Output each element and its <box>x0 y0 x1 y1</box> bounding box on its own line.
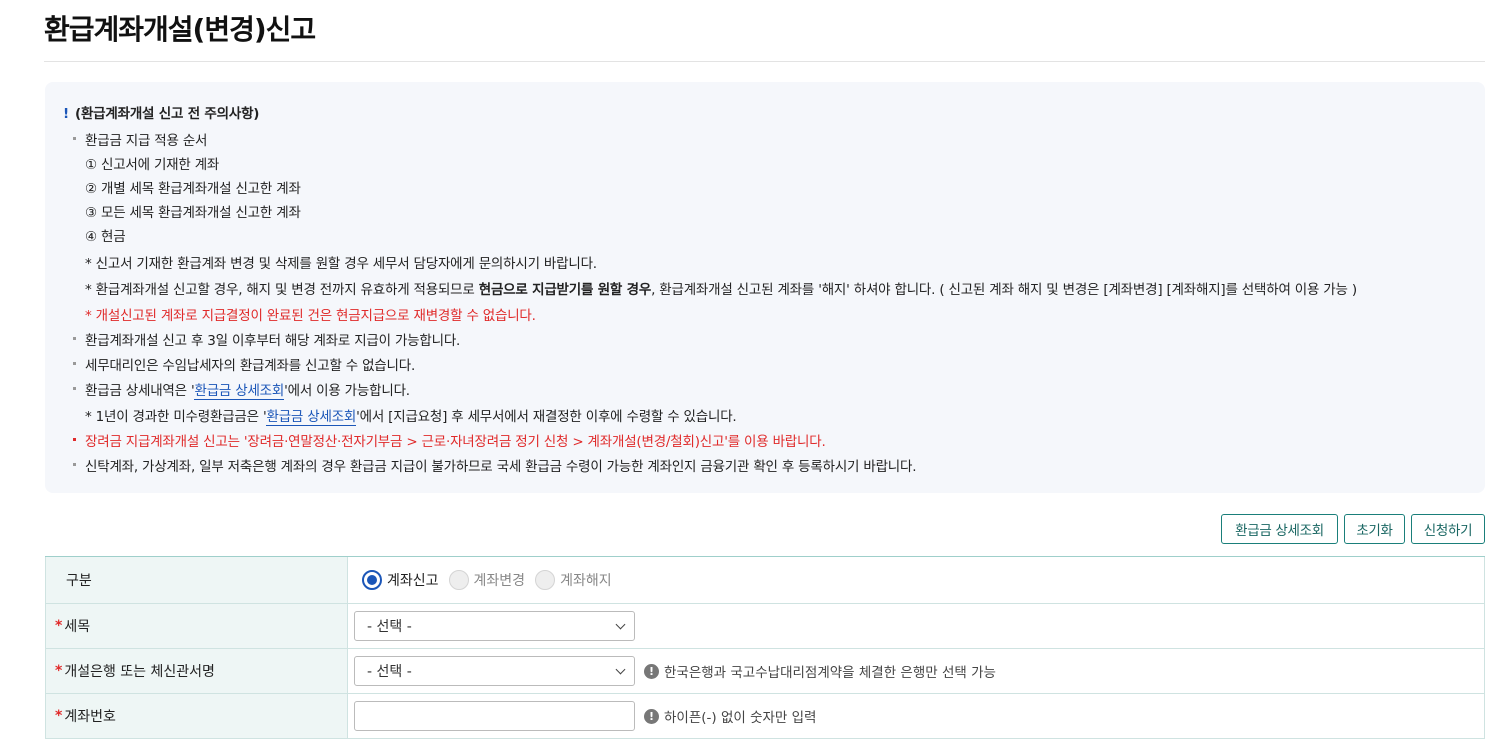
order-item: ③ 모든 세목 환급계좌개설 신고한 계좌 <box>85 205 301 221</box>
tax-label-text: 세목 <box>64 619 91 635</box>
tax-select[interactable]: - 선택 - <box>354 611 635 641</box>
form-row-bank: * 개설은행 또는 체신관서명 - 선택 - ! 한국은행과 국고수납대리점계약을 … <box>45 649 1485 694</box>
notice-note: * 1년이 경과한 미수령환급금은 '환급금 상세조회'에서 [지급요청] 후 … <box>85 405 737 426</box>
notice-item: 환급계좌개설 신고 후 3일 이후부터 해당 계좌로 지급이 가능합니다. <box>73 329 460 349</box>
tax-label: * 세목 <box>45 604 348 648</box>
tax-select-value: - 선택 - <box>367 619 412 635</box>
bullet-icon <box>73 437 76 441</box>
bank-select-value: - 선택 - <box>367 664 412 680</box>
notice-item-text: 신탁계좌, 가상계좌, 일부 저축은행 계좌의 경우 환급금 지급이 불가하므로… <box>85 459 917 475</box>
form-row-account: * 계좌번호 ! 하이픈(-) 없이 숫자만 입력 <box>45 694 1485 739</box>
radio-dot <box>362 570 382 590</box>
notice-note: * 신고서 기재한 환급계좌 변경 및 삭제를 원할 경우 세무서 담당자에게 … <box>85 256 597 272</box>
type-label: 구분 <box>45 557 348 603</box>
order-item: ② 개별 세목 환급계좌개설 신고한 계좌 <box>85 181 301 197</box>
note-text: * 환급계좌개설 신고할 경우, 해지 및 변경 전까지 유효하게 적용되므로 <box>85 282 479 298</box>
info-icon: ! <box>644 708 659 724</box>
notice-item-text: 세무대리인은 수임납세자의 환급계좌를 신고할 수 없습니다. <box>85 358 416 374</box>
bank-cell: - 선택 - ! 한국은행과 국고수납대리점계약을 체결한 은행만 선택 가능 <box>348 649 1485 693</box>
title-divider <box>44 61 1485 62</box>
account-hint: ! 하이픈(-) 없이 숫자만 입력 <box>644 706 816 726</box>
bullet-icon <box>73 462 76 466</box>
refund-detail-link[interactable]: 환급금 상세조회 <box>266 409 356 426</box>
reset-button[interactable]: 초기화 <box>1344 514 1405 544</box>
account-cell: ! 하이픈(-) 없이 숫자만 입력 <box>348 694 1485 738</box>
tax-cell: - 선택 - <box>348 604 1485 648</box>
notice-item: 세무대리인은 수임납세자의 환급계좌를 신고할 수 없습니다. <box>73 354 415 374</box>
bank-select[interactable]: - 선택 - <box>354 656 635 686</box>
chevron-down-icon <box>615 664 626 674</box>
notice-note: * 환급계좌개설 신고할 경우, 해지 및 변경 전까지 유효하게 적용되므로 … <box>85 278 1357 298</box>
bank-label: * 개설은행 또는 체신관서명 <box>45 649 348 693</box>
radio-label: 계좌변경 <box>473 573 526 589</box>
apply-button[interactable]: 신청하기 <box>1411 514 1485 544</box>
account-hint-text: 하이픈(-) 없이 숫자만 입력 <box>664 710 817 726</box>
form-row-tax: * 세목 - 선택 - <box>45 604 1485 649</box>
radio-dot <box>535 570 556 590</box>
bullet-icon <box>73 136 76 140</box>
notice-header-text: (환급계좌개설 신고 전 주의사항) <box>74 106 260 122</box>
radio-account-report[interactable]: 계좌신고 <box>362 570 439 590</box>
notice-item: 장려금 지급계좌개설 신고는 '장려금·연말정산·전자기부금 > 근로·자녀장려… <box>73 430 826 450</box>
refund-detail-button[interactable]: 환급금 상세조회 <box>1221 514 1338 544</box>
exclamation-icon: ! <box>63 106 69 122</box>
notice-item: 환급금 지급 적용 순서 <box>73 129 207 149</box>
page-title: 환급계좌개설(변경)신고 <box>44 13 316 46</box>
notice-item-text: 환급계좌개설 신고 후 3일 이후부터 해당 계좌로 지급이 가능합니다. <box>85 333 461 349</box>
notice-item: 환급금 상세내역은 '환급금 상세조회'에서 이용 가능합니다. <box>73 379 410 400</box>
required-mark: * <box>55 663 63 679</box>
order-item: ④ 현금 <box>85 229 126 245</box>
notice-item-text: 환급금 상세내역은 ' <box>85 383 195 399</box>
bank-hint-text: 한국은행과 국고수납대리점계약을 체결한 은행만 선택 가능 <box>664 665 996 681</box>
note-text: , 환급계좌개설 신고된 계좌를 '해지' 하셔야 합니다. ( 신고된 계좌 … <box>651 282 1357 298</box>
notice-warning: * 개설신고된 계좌로 지급결정이 완료된 건은 현금지급으로 재변경할 수 없… <box>85 308 536 324</box>
chevron-down-icon <box>615 619 626 629</box>
bullet-icon <box>73 336 76 340</box>
refund-account-form: 구분 계좌신고 계좌변경 계좌해지 * 세목 - 선택 - * 개설은행 또는 체신… <box>45 556 1485 739</box>
note-text: '에서 [지급요청] 후 세무서에서 재결정한 이후에 수령할 수 있습니다. <box>356 409 737 425</box>
notice-box: ! (환급계좌개설 신고 전 주의사항) 환급금 지급 적용 순서 ① 신고서에 … <box>45 82 1485 493</box>
order-title: 환급금 지급 적용 순서 <box>85 133 208 149</box>
type-options: 계좌신고 계좌변경 계좌해지 <box>348 557 1485 603</box>
radio-account-cancel[interactable]: 계좌해지 <box>535 570 612 590</box>
info-icon: ! <box>644 663 659 679</box>
notice-item: 신탁계좌, 가상계좌, 일부 저축은행 계좌의 경우 환급금 지급이 불가하므로… <box>73 455 917 475</box>
radio-label: 계좌해지 <box>560 573 612 589</box>
notice-item-text: '에서 이용 가능합니다. <box>284 383 410 399</box>
account-label: * 계좌번호 <box>45 694 348 738</box>
bullet-icon <box>73 386 76 390</box>
radio-dot <box>448 570 469 590</box>
notice-item-text: 장려금 지급계좌개설 신고는 '장려금·연말정산·전자기부금 > 근로·자녀장려… <box>85 434 826 450</box>
radio-label: 계좌신고 <box>387 573 439 589</box>
bullet-icon <box>73 361 76 365</box>
bank-hint: ! 한국은행과 국고수납대리점계약을 체결한 은행만 선택 가능 <box>644 661 996 681</box>
note-text: * 1년이 경과한 미수령환급금은 ' <box>85 409 267 425</box>
note-emphasis: 현금으로 지급받기를 원할 경우 <box>478 282 652 298</box>
required-mark: * <box>55 708 63 724</box>
notice-header: ! (환급계좌개설 신고 전 주의사항) <box>63 102 259 122</box>
bank-label-text: 개설은행 또는 체신관서명 <box>64 664 215 680</box>
form-row-type: 구분 계좌신고 계좌변경 계좌해지 <box>45 557 1485 604</box>
account-label-text: 계좌번호 <box>64 709 116 725</box>
refund-detail-link[interactable]: 환급금 상세조회 <box>194 383 284 400</box>
required-mark: * <box>55 618 63 634</box>
account-number-input[interactable] <box>354 701 635 731</box>
order-item: ① 신고서에 기재한 계좌 <box>85 157 220 173</box>
radio-account-change[interactable]: 계좌변경 <box>448 570 526 590</box>
